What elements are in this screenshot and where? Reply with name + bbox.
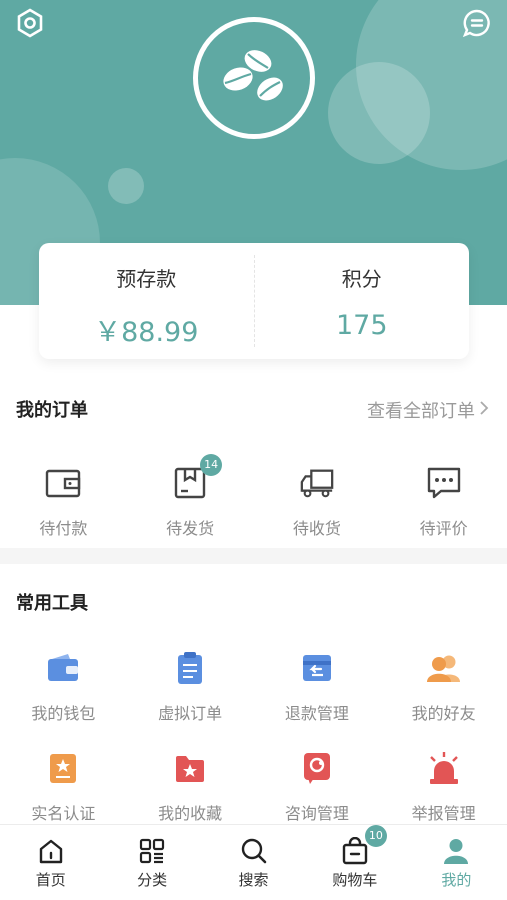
tool-real-name-verification[interactable]: 实名认证 <box>0 750 127 824</box>
bottom-tab-bar: 首页 分类 搜索 10 购物车 我的 <box>0 824 507 900</box>
tab-label: 首页 <box>35 871 66 889</box>
friends-icon <box>426 650 462 686</box>
search-icon <box>240 837 268 865</box>
deposit-value: ￥88.99 <box>94 317 199 348</box>
chevron-right-icon <box>479 400 489 421</box>
tool-label: 举报管理 <box>411 804 476 823</box>
order-pending-payment[interactable]: 待付款 <box>0 465 127 539</box>
tool-virtual-orders[interactable]: 虚拟订单 <box>127 650 254 724</box>
tab-label: 购物车 <box>332 871 378 889</box>
tab-cart[interactable]: 10 购物车 <box>304 825 405 900</box>
wallet-icon <box>45 650 81 686</box>
orders-title: 我的订单 <box>16 400 88 421</box>
tool-report-management[interactable]: 举报管理 <box>380 750 507 824</box>
settings-icon[interactable] <box>15 8 45 38</box>
tool-label: 虚拟订单 <box>158 704 223 723</box>
cart-count-badge: 10 <box>364 825 387 847</box>
order-status-label: 待发货 <box>166 519 215 538</box>
order-status-label: 待评价 <box>419 519 468 538</box>
deposit-panel[interactable]: 预存款 ￥88.99 <box>39 243 254 359</box>
tool-label: 实名认证 <box>31 804 96 823</box>
deposit-label: 预存款 <box>116 267 177 291</box>
tools-row-1: 我的钱包 虚拟订单 退款管理 我的好友 <box>0 650 507 724</box>
order-status-row: 待付款 14 待发货 待收货 待评价 <box>0 454 507 539</box>
tool-my-wallet[interactable]: 我的钱包 <box>0 650 127 724</box>
tool-my-favorites[interactable]: 我的收藏 <box>127 750 254 824</box>
tool-label: 我的收藏 <box>158 804 223 823</box>
tab-label: 搜索 <box>238 871 269 889</box>
truck-icon <box>299 465 335 501</box>
tab-label: 分类 <box>137 871 168 889</box>
tool-label: 我的好友 <box>411 704 476 723</box>
order-status-label: 待付款 <box>39 519 88 538</box>
tab-search[interactable]: 搜索 <box>203 825 304 900</box>
tool-refund-management[interactable]: 退款管理 <box>254 650 381 724</box>
message-icon[interactable] <box>462 8 492 38</box>
package-icon: 14 <box>172 454 223 501</box>
tab-label: 我的 <box>441 871 472 889</box>
order-pending-shipment[interactable]: 14 待发货 <box>127 454 254 539</box>
tool-label: 退款管理 <box>284 704 349 723</box>
decorative-bubble <box>108 168 144 204</box>
points-label: 积分 <box>341 267 382 291</box>
tool-label: 咨询管理 <box>284 804 349 823</box>
coffee-beans-icon <box>214 41 294 115</box>
balance-card: 预存款 ￥88.99 积分 175 <box>39 243 469 359</box>
order-pending-receipt[interactable]: 待收货 <box>254 465 381 539</box>
tab-home[interactable]: 首页 <box>0 825 101 900</box>
points-value: 175 <box>335 310 388 341</box>
tools-title: 常用工具 <box>16 593 88 614</box>
home-icon <box>37 837 65 865</box>
alarm-icon <box>426 750 462 786</box>
points-panel[interactable]: 积分 175 <box>253 255 470 347</box>
tool-consultation-management[interactable]: 咨询管理 <box>254 750 381 824</box>
order-pending-review[interactable]: 待评价 <box>380 465 507 539</box>
id-card-icon <box>45 750 81 786</box>
view-all-orders-link[interactable]: 查看全部订单 <box>367 397 489 423</box>
decorative-bubble <box>328 62 430 164</box>
wallet-icon <box>45 465 81 501</box>
tab-category[interactable]: 分类 <box>101 825 202 900</box>
cart-icon: 10 <box>341 825 387 865</box>
comment-icon <box>426 465 462 501</box>
section-divider <box>0 548 507 564</box>
category-icon <box>138 837 166 865</box>
view-all-orders-label: 查看全部订单 <box>367 401 475 422</box>
tool-my-friends[interactable]: 我的好友 <box>380 650 507 724</box>
clipboard-icon <box>172 650 208 686</box>
avatar[interactable] <box>193 17 315 139</box>
order-status-label: 待收货 <box>292 519 341 538</box>
refund-icon <box>299 650 335 686</box>
shipment-count-badge: 14 <box>200 454 223 476</box>
user-icon <box>442 837 470 865</box>
tools-row-2: 实名认证 我的收藏 咨询管理 举报管理 <box>0 750 507 824</box>
tool-label: 我的钱包 <box>31 704 96 723</box>
tab-mine[interactable]: 我的 <box>406 825 507 900</box>
consult-icon <box>299 750 335 786</box>
favorite-folder-icon <box>172 750 208 786</box>
